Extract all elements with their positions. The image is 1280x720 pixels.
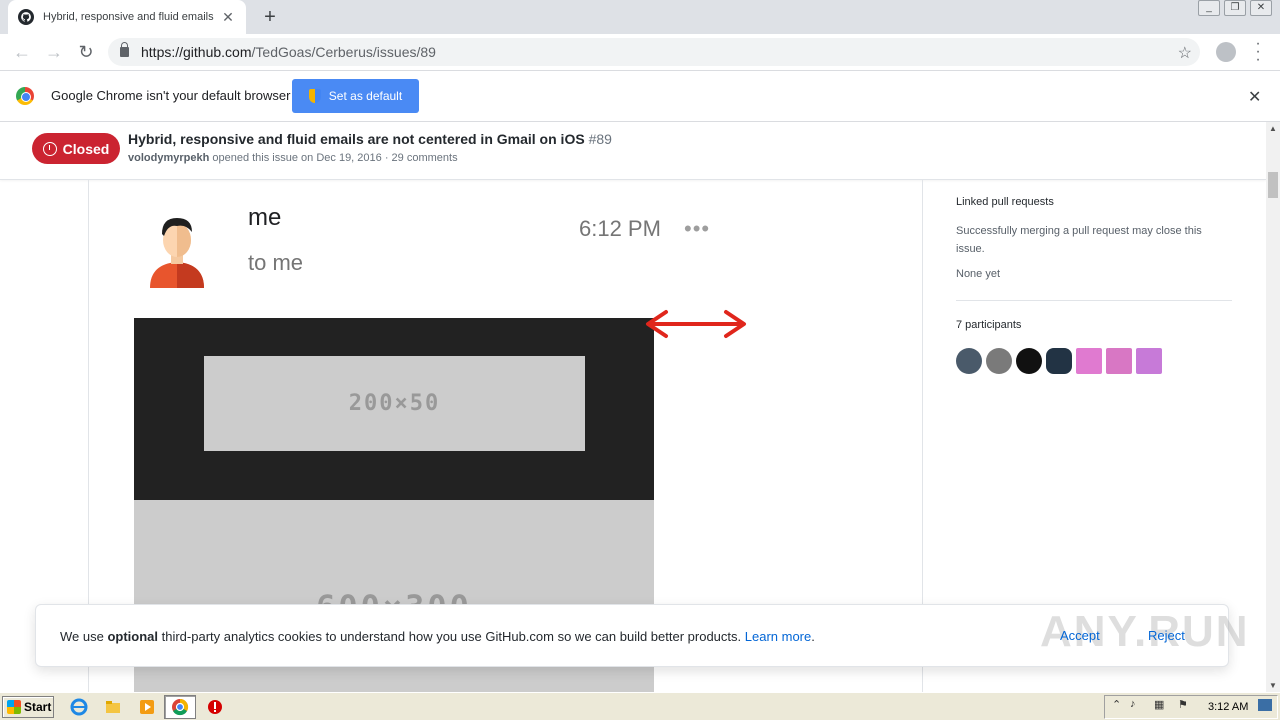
linked-pr-description: Successfully merging a pull request may …: [956, 225, 1202, 255]
learn-more-link[interactable]: Learn more: [745, 629, 811, 644]
double-arrow-icon: [646, 310, 746, 338]
chrome-menu-icon[interactable]: · · ·: [1250, 36, 1266, 68]
placeholder-image-small: 200×50: [204, 356, 585, 451]
sidebar-separator: [956, 300, 1232, 301]
email-sender: me: [248, 204, 282, 231]
windows-logo-icon: [7, 700, 21, 714]
chrome-logo-icon: [16, 87, 34, 105]
chrome-icon: [172, 698, 189, 716]
linked-pr-heading: Linked pull requests: [956, 196, 1054, 208]
infobar-close-icon[interactable]: ✕: [1248, 87, 1261, 107]
participant-avatars: [956, 348, 1162, 374]
default-browser-infobar: Google Chrome isn't your default browser…: [0, 70, 1280, 122]
close-window-button[interactable]: ✕: [1250, 0, 1272, 16]
participant-avatar[interactable]: [1076, 348, 1102, 374]
tab-strip: Hybrid, responsive and fluid emails are …: [0, 0, 1280, 34]
profile-icon[interactable]: [1216, 42, 1236, 62]
github-icon: [18, 9, 34, 25]
cookie-banner: ANY.RUN We use optional third-party anal…: [35, 604, 1248, 667]
email-recipient: to me: [248, 250, 304, 275]
volume-icon[interactable]: ♪: [1130, 698, 1136, 710]
participant-avatar[interactable]: [1016, 348, 1042, 374]
issue-state-badge: Closed: [32, 133, 120, 164]
participant-avatar[interactable]: [956, 348, 982, 374]
set-default-label: Set as default: [328, 89, 403, 103]
participant-avatar[interactable]: [1106, 348, 1132, 374]
linked-pr-none: None yet: [956, 268, 1001, 280]
url-text: https://github.com/TedGoas/Cerberus/issu…: [141, 44, 436, 60]
show-hidden-icons-icon[interactable]: ⌃: [1112, 698, 1121, 711]
windows-taskbar: Start ⌃ ♪ ▦ ⚑ 3:12 AM: [0, 692, 1280, 720]
internet-explorer-icon[interactable]: [70, 698, 88, 716]
browser-tab[interactable]: Hybrid, responsive and fluid emails are …: [8, 0, 246, 34]
set-default-button[interactable]: Set as default: [292, 79, 419, 113]
forward-icon[interactable]: →: [38, 36, 70, 68]
more-options-icon: •••: [684, 216, 711, 241]
issue-meta: volodymyrpekh opened this issue on Dec 1…: [128, 152, 458, 164]
email-header-block: 200×50: [134, 318, 654, 500]
show-desktop-icon[interactable]: [1258, 699, 1272, 711]
infobar-message: Google Chrome isn't your default browser: [51, 88, 291, 103]
taskbar-clock[interactable]: 3:12 AM: [1208, 701, 1248, 713]
participants-heading: 7 participants: [956, 319, 1022, 331]
back-icon[interactable]: ←: [6, 36, 38, 68]
page-scrollbar[interactable]: ▲ ▼: [1266, 122, 1280, 692]
email-time: 6:12 PM: [579, 216, 661, 241]
reload-icon[interactable]: ↻: [70, 36, 102, 68]
issue-number: #89: [588, 131, 612, 147]
restore-button[interactable]: ❐: [1224, 0, 1246, 16]
scroll-up-icon[interactable]: ▲: [1269, 124, 1277, 133]
media-player-icon[interactable]: [138, 698, 156, 716]
stop-app-icon[interactable]: [206, 698, 224, 716]
browser-toolbar: ← → ↻ https://github.com/TedGoas/Cerberu…: [0, 34, 1280, 70]
issue-closed-icon: [42, 141, 57, 156]
new-tab-button[interactable]: +: [258, 6, 282, 28]
reject-cookies-button[interactable]: Reject: [1148, 628, 1185, 643]
scrollbar-thumb[interactable]: [1268, 172, 1278, 198]
issue-title: Hybrid, responsive and fluid emails are …: [128, 131, 612, 147]
start-button[interactable]: Start: [2, 696, 54, 718]
scroll-down-icon[interactable]: ▼: [1269, 681, 1277, 690]
window-controls: _ ❐ ✕: [1198, 0, 1272, 16]
tab-close-icon[interactable]: ✕: [220, 9, 236, 26]
sender-avatar: [150, 218, 204, 288]
network-icon[interactable]: ▦: [1154, 698, 1164, 711]
participant-avatar[interactable]: [986, 348, 1012, 374]
accept-cookies-button[interactable]: Accept: [1060, 628, 1100, 643]
action-center-flag-icon[interactable]: ⚑: [1178, 698, 1188, 711]
address-bar[interactable]: https://github.com/TedGoas/Cerberus/issu…: [108, 38, 1200, 66]
minimize-button[interactable]: _: [1198, 0, 1220, 16]
participant-avatar[interactable]: [1046, 348, 1072, 374]
bookmark-star-icon[interactable]: ☆: [1178, 43, 1192, 63]
lock-icon: [120, 42, 129, 57]
folder-icon[interactable]: [104, 698, 122, 716]
issue-author-link[interactable]: volodymyrpekh: [128, 152, 209, 164]
shield-icon: [308, 89, 321, 103]
sticky-issue-header: Closed Hybrid, responsive and fluid emai…: [0, 122, 1266, 180]
participant-avatar[interactable]: [1136, 348, 1162, 374]
tab-title: Hybrid, responsive and fluid emails are: [43, 11, 214, 23]
cookie-message: We use optional third-party analytics co…: [60, 629, 815, 644]
